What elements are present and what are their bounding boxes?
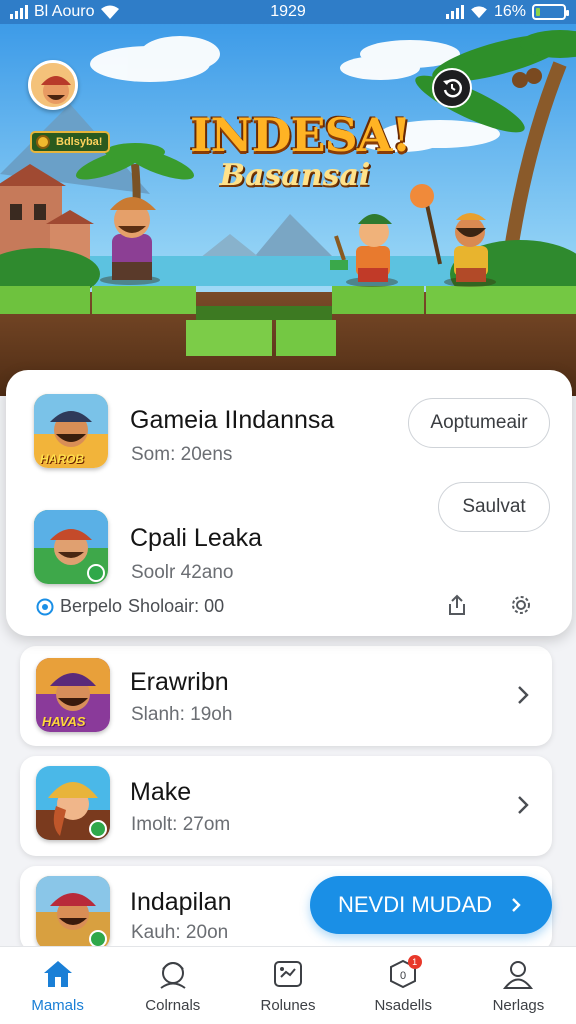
profile-icon: [503, 961, 534, 989]
app-meta: Soolr 42ano: [131, 562, 234, 583]
hero-artwork: [0, 24, 576, 396]
avatar[interactable]: [28, 60, 78, 110]
action-button-2[interactable]: Saulvat: [438, 482, 550, 532]
card-footer: Berpelo Sholoair: 00: [36, 596, 224, 617]
app-name: Make: [130, 778, 192, 806]
nav-item-home[interactable]: Mamals: [0, 947, 115, 1024]
nav-label: Rolunes: [260, 997, 316, 1014]
app-meta: Slanh: 19oh: [131, 704, 233, 725]
game-subtitle: Basansai: [219, 158, 371, 193]
notification-badge: 1: [407, 955, 422, 969]
hero-banner: Bdlsyba! INDESA! Basansai: [0, 24, 576, 396]
history-button[interactable]: [432, 68, 472, 108]
featured-card: HAROB Gameia IIndannsa Som: 20ens Aoptum…: [6, 370, 572, 636]
footer-text: Berpelo: [60, 596, 123, 616]
signal-icon: [10, 5, 28, 19]
battery-icon: [532, 4, 569, 20]
game-logo: INDESA! Basansai: [190, 108, 412, 193]
app-name[interactable]: Gameia IIndannsa: [130, 406, 334, 435]
app-meta: Som: 20ens: [131, 444, 233, 465]
battery-percent: 16%: [493, 3, 526, 20]
status-bar: Bl Aouro 1929 16%: [0, 0, 576, 24]
share-icon: [449, 594, 465, 615]
app-icon[interactable]: HAROB: [34, 394, 108, 468]
footer-value: Sholoair: 00: [128, 596, 225, 616]
carrier-label: Bl Aouro: [34, 3, 95, 20]
gamepad-icon: [274, 961, 302, 987]
app-icon-label: HAVAS: [42, 714, 86, 729]
chevron-right-icon: [518, 686, 529, 704]
nav-label: Mamals: [31, 997, 84, 1014]
action-button-1[interactable]: Aoptumeair: [408, 398, 550, 448]
primary-action-label: NEVDI MUDAD: [337, 892, 492, 917]
chevron-right-icon: [512, 898, 521, 912]
app-meta: Kauh: 20on: [131, 922, 229, 943]
history-icon: [443, 79, 462, 98]
app-icon[interactable]: [34, 510, 108, 584]
chevron-right-icon: [518, 796, 529, 814]
list-item[interactable]: HAVAS Erawribn Slanh: 19oh: [20, 646, 552, 746]
nav-item-games[interactable]: Rolunes: [230, 947, 345, 1024]
nav-label: Nsadells: [374, 997, 432, 1014]
app-icon-label: HAROB: [40, 452, 84, 466]
app-icon: [36, 876, 110, 950]
app-name: Erawribn: [130, 668, 229, 696]
info-icon: [36, 598, 54, 615]
svg-text:0: 0: [400, 970, 406, 982]
nav-label: Nerlags: [492, 997, 545, 1014]
nav-item-profile[interactable]: Nerlags: [461, 947, 576, 1024]
app-icon: HAVAS: [36, 658, 110, 732]
app-icon: [36, 766, 110, 840]
app-name[interactable]: Cpali Leaka: [130, 524, 262, 553]
nav-item-notifications[interactable]: 0 1 Nsadells: [346, 947, 461, 1024]
nav-label: Colrnals: [145, 997, 201, 1014]
bottom-navigation: Mamals Colrnals Rolunes 0 1 Nsadells Ner…: [0, 946, 576, 1024]
cell-signal-icon: [445, 5, 464, 19]
coin-icon: [36, 135, 50, 149]
share-button[interactable]: [444, 592, 470, 618]
app-meta: Imolt: 27om: [131, 814, 231, 835]
home-icon: [43, 961, 72, 987]
settings-button[interactable]: [508, 592, 534, 618]
avatar-icon: [160, 962, 186, 989]
app-name: Indapilan: [130, 888, 232, 916]
primary-action-button[interactable]: NEVDI MUDAD: [310, 876, 552, 934]
coin-badge-label: Bdlsyba!: [56, 136, 103, 148]
wifi-icon: [101, 5, 120, 19]
nav-item-characters[interactable]: Colrnals: [115, 947, 230, 1024]
coin-badge[interactable]: Bdlsyba!: [30, 131, 111, 153]
game-title: INDESA!: [190, 108, 412, 162]
gear-icon: [512, 596, 530, 614]
wifi-icon: [471, 6, 487, 19]
list-item[interactable]: Make Imolt: 27om: [20, 756, 552, 856]
